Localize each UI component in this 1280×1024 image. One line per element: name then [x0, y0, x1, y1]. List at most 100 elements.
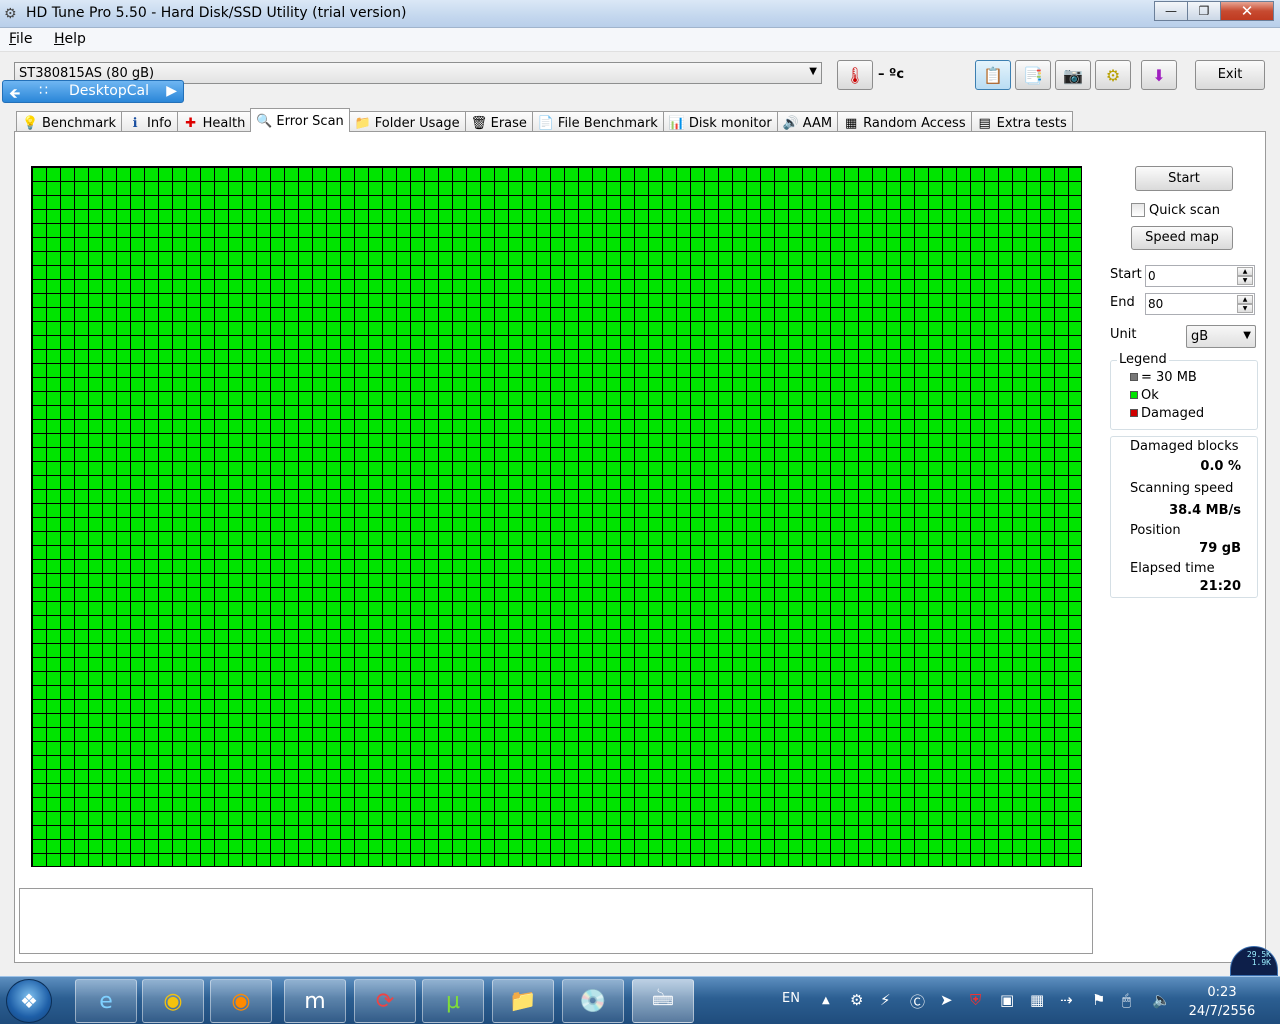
clock-time: 0:23 — [1207, 985, 1237, 1000]
taskbar-disc-app[interactable]: 💿 — [562, 979, 624, 1023]
tab-random-access[interactable]: ▦ Random Access — [837, 111, 972, 132]
unit-select[interactable]: gB ▼ — [1186, 325, 1256, 348]
screenshot-button[interactable]: 📷 — [1055, 60, 1091, 90]
magnifier-icon: 🔍 — [256, 114, 273, 129]
tray-network-icon[interactable]: ⇢ — [1060, 991, 1073, 1009]
folder-icon: 📁 — [354, 115, 371, 131]
internet-explorer-icon: e — [99, 988, 113, 1014]
close-button[interactable]: ✕ — [1220, 1, 1274, 21]
tab-error-scan[interactable]: 🔍 Error Scan — [250, 108, 350, 132]
end-input[interactable]: 80 ▲ ▼ — [1145, 293, 1255, 315]
maximize-button[interactable]: ❐ — [1187, 1, 1221, 21]
speaker-icon: 🔊 — [782, 115, 799, 131]
tab-folder-usage[interactable]: 📁 Folder Usage — [348, 111, 466, 132]
ok-swatch — [1130, 391, 1138, 399]
window-controls: — ❐ ✕ — [1154, 1, 1274, 21]
camera-icon: 📷 — [1063, 65, 1083, 85]
taskbar-hd-tune[interactable]: 🖮 — [632, 979, 694, 1023]
health-cross-icon: ✚ — [185, 115, 197, 131]
menu-help[interactable]: Help — [54, 31, 86, 47]
system-clock[interactable]: 0:23 24/7/2556 — [1182, 983, 1262, 1021]
taskbar-utorrent[interactable]: µ — [422, 979, 484, 1023]
trash-icon: 🗑 — [470, 115, 488, 131]
info-icon: ℹ — [132, 115, 138, 131]
speed-map-button[interactable]: Speed map — [1131, 226, 1233, 250]
tray-shield-icon[interactable]: ⛨ — [970, 991, 981, 1009]
arrow-right-icon[interactable]: ▶ — [166, 83, 177, 99]
end-label: End — [1110, 295, 1135, 310]
minimize-button[interactable]: — — [1154, 1, 1188, 21]
quick-scan-label: Quick scan — [1149, 203, 1221, 218]
tab-health[interactable]: ✚ Health — [176, 111, 252, 132]
taskbar-moto-cafe[interactable]: ⟳ — [354, 979, 416, 1023]
show-hidden-icons-icon[interactable]: ▲ — [822, 995, 830, 1006]
menu-file[interactable]: File — [9, 31, 32, 47]
damaged-blocks-value: 0.0 % — [1200, 459, 1241, 474]
taskbar-firefox[interactable]: ◉ — [210, 979, 272, 1023]
volume-icon[interactable]: 🔈 — [1152, 991, 1171, 1009]
options-button[interactable]: ⚙ — [1095, 60, 1131, 90]
chart-icon: 📊 — [668, 115, 686, 131]
tray-c-icon[interactable]: Ⓒ — [910, 991, 925, 1012]
spin-up-icon[interactable]: ▲ — [1237, 295, 1253, 304]
windows-logo-icon: ❖ — [20, 989, 38, 1013]
temperature-button[interactable]: 🌡 — [837, 60, 873, 90]
tab-extra-tests[interactable]: ▤ Extra tests — [970, 111, 1073, 132]
file-icon: 📄 — [537, 115, 555, 131]
tab-benchmark[interactable]: 💡 Benchmark — [16, 111, 123, 132]
maxthon-icon: m — [304, 988, 326, 1014]
action-center-flag-icon[interactable]: ⚑ — [1092, 991, 1105, 1009]
start-input[interactable]: 0 ▲ ▼ — [1145, 265, 1255, 287]
hdtune-app-icon: ⚙ — [4, 6, 17, 22]
copy-text-button[interactable]: 📋 — [975, 60, 1011, 90]
quick-scan-checkbox[interactable] — [1131, 203, 1145, 217]
tab-aam[interactable]: 🔊 AAM — [776, 111, 839, 132]
copy-all-icon: 📑 — [1023, 65, 1043, 85]
download-button[interactable]: ⬇ — [1141, 60, 1177, 90]
block-swatch — [1130, 373, 1138, 381]
start-scan-button[interactable]: Start — [1135, 166, 1233, 191]
spin-down-icon[interactable]: ▼ — [1237, 304, 1253, 313]
language-indicator[interactable]: EN — [782, 991, 800, 1006]
legend-ok: Ok — [1130, 388, 1159, 403]
damaged-blocks-label: Damaged blocks — [1130, 439, 1239, 454]
exit-button[interactable]: Exit — [1195, 60, 1265, 90]
start-button[interactable]: ❖ — [6, 979, 52, 1023]
firefox-icon: ◉ — [231, 988, 251, 1014]
taskbar-maxthon[interactable]: m — [284, 979, 346, 1023]
disc-icon: 💿 — [579, 988, 607, 1014]
spin-down-icon[interactable]: ▼ — [1237, 276, 1253, 285]
tab-info[interactable]: ℹ Info — [121, 111, 178, 132]
utorrent-icon: µ — [446, 988, 460, 1014]
tray-app-icon[interactable]: ⚙ — [850, 991, 863, 1009]
taskbar-chrome[interactable]: ◉ — [142, 979, 204, 1023]
taskbar: ❖ e ◉ ◉ m ⟳ µ 📁 💿 🖮 EN ▲ ⚙ ⚡ Ⓒ ➤ ⛨ ▣ ▦ ⇢… — [0, 976, 1280, 1024]
options-icon: ⚙ — [1105, 65, 1121, 85]
copy-all-button[interactable]: 📑 — [1015, 60, 1051, 90]
tab-disk-monitor[interactable]: 📊 Disk monitor — [662, 111, 778, 132]
tab-file-benchmark[interactable]: 📄 File Benchmark — [531, 111, 664, 132]
desktopcal-label: DesktopCal — [69, 83, 149, 99]
scan-block-grid — [31, 166, 1082, 867]
network-icon[interactable]: 🖱 — [1122, 991, 1131, 1009]
taskbar-internet-explorer[interactable]: e — [75, 979, 137, 1023]
tab-erase[interactable]: 🗑 Erase — [464, 111, 533, 132]
arrow-left-icon[interactable]: 🡸 — [9, 83, 20, 107]
position-label: Position — [1130, 523, 1181, 538]
window-title: HD Tune Pro 5.50 - Hard Disk/SSD Utility… — [26, 5, 407, 21]
damaged-swatch — [1130, 409, 1138, 417]
grid-icon[interactable]: ∷ — [39, 83, 48, 99]
error-scan-panel: Start Quick scan Speed map Start 0 ▲ ▼ E… — [14, 131, 1266, 963]
tray-grid-icon[interactable]: ▦ — [1030, 991, 1044, 1009]
desktopcal-bar[interactable]: 🡸 ∷ DesktopCal ▶ — [2, 80, 184, 103]
chevron-down-icon: ▼ — [1243, 330, 1251, 341]
tray-lightning-icon[interactable]: ⚡ — [880, 991, 891, 1009]
legend-damaged: Damaged — [1130, 406, 1204, 421]
log-box — [19, 888, 1093, 954]
taskbar-file-explorer[interactable]: 📁 — [492, 979, 554, 1023]
download-icon: ⬇ — [1152, 65, 1166, 85]
tray-arrow-icon[interactable]: ➤ — [940, 991, 953, 1009]
tray-drive-icon[interactable]: ▣ — [1000, 991, 1014, 1009]
extra-tests-icon: ▤ — [978, 115, 991, 131]
spin-up-icon[interactable]: ▲ — [1237, 267, 1253, 276]
